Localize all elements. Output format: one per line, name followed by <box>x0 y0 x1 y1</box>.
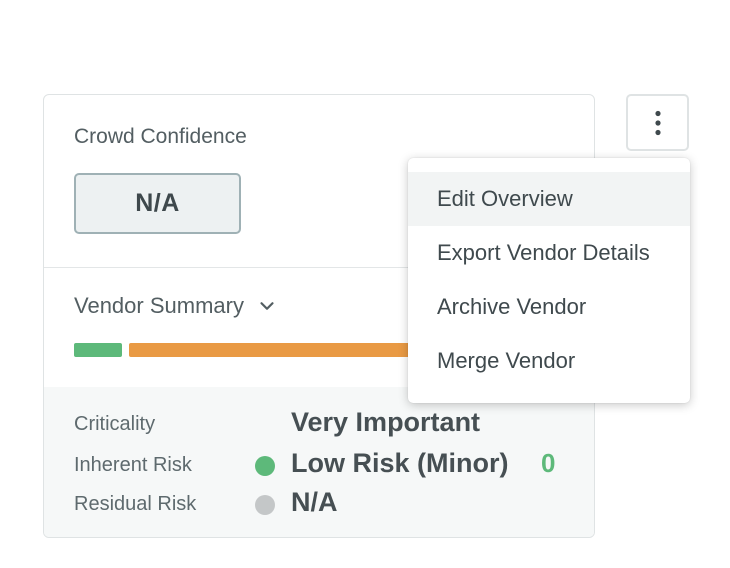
risk-row-value: Low Risk (Minor) <box>291 448 509 478</box>
vendor-actions-menu: Edit Overview Export Vendor Details Arch… <box>408 158 690 403</box>
risk-row-value: N/A <box>291 487 338 517</box>
risk-row-criticality: Criticality Very Important <box>44 405 594 441</box>
risk-row-label: Criticality <box>74 413 156 435</box>
risk-indicator-dot <box>255 495 275 515</box>
risk-indicator-dot <box>255 456 275 476</box>
menu-item-archive-vendor[interactable]: Archive Vendor <box>408 280 690 334</box>
menu-item-edit-overview[interactable]: Edit Overview <box>408 172 690 226</box>
more-vertical-icon <box>654 110 661 135</box>
risk-row-label: Residual Risk <box>74 493 197 515</box>
vendor-summary-toggle[interactable]: Vendor Summary <box>74 293 278 319</box>
menu-item-export-vendor-details[interactable]: Export Vendor Details <box>408 226 690 280</box>
crowd-confidence-title: Crowd Confidence <box>74 125 247 148</box>
risk-row-count: 0 <box>541 448 556 478</box>
vendor-summary-title: Vendor Summary <box>74 293 244 318</box>
chevron-down-icon <box>260 302 274 310</box>
risk-row-label: Inherent Risk <box>74 454 192 476</box>
crowd-confidence-badge: N/A <box>74 173 241 234</box>
risk-row-residual: Residual Risk N/A <box>44 485 594 521</box>
summary-bar-segment-low <box>74 343 122 357</box>
risk-row-inherent: Inherent Risk Low Risk (Minor) 0 <box>44 446 594 482</box>
more-options-button[interactable] <box>626 94 689 151</box>
risk-row-value: Very Important <box>291 407 481 437</box>
risk-section: Criticality Very Important Inherent Risk… <box>44 387 594 537</box>
menu-item-merge-vendor[interactable]: Merge Vendor <box>408 334 690 388</box>
